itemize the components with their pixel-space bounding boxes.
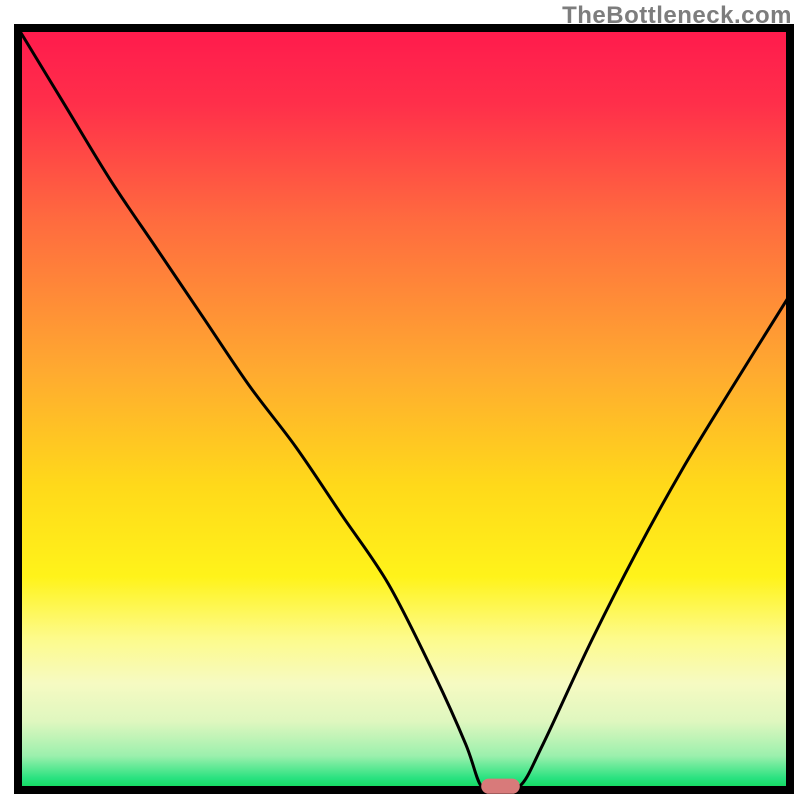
chart-frame: TheBottleneck.com — [0, 0, 800, 800]
bottleneck-chart — [0, 0, 800, 800]
valley-marker — [481, 779, 520, 794]
plot-background — [18, 28, 790, 790]
